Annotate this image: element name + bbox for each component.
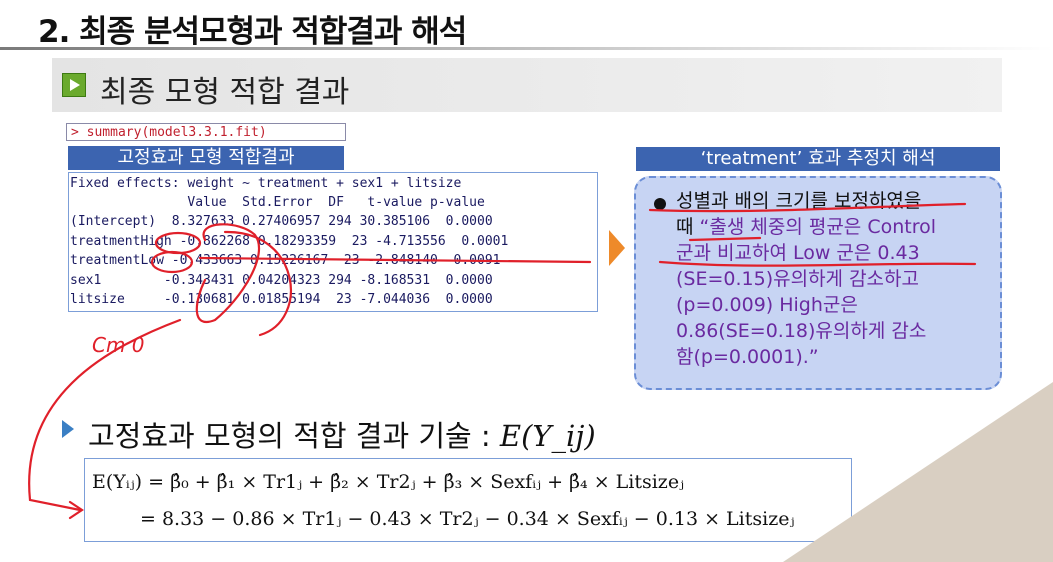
ink-underline-2 <box>688 236 762 242</box>
ink-underline-3 <box>658 260 977 267</box>
ink-underline-1 <box>648 202 967 213</box>
ink-circle-high <box>154 231 202 255</box>
ink-loop-2 <box>223 230 292 337</box>
handwriting-annotations: Cm 0 <box>28 202 977 520</box>
ink-handwriting-cm0: Cm 0 <box>92 333 145 357</box>
ink-text: Cm 0 <box>92 333 145 357</box>
ink-loop <box>195 223 261 324</box>
ink-circle-low <box>150 250 194 274</box>
